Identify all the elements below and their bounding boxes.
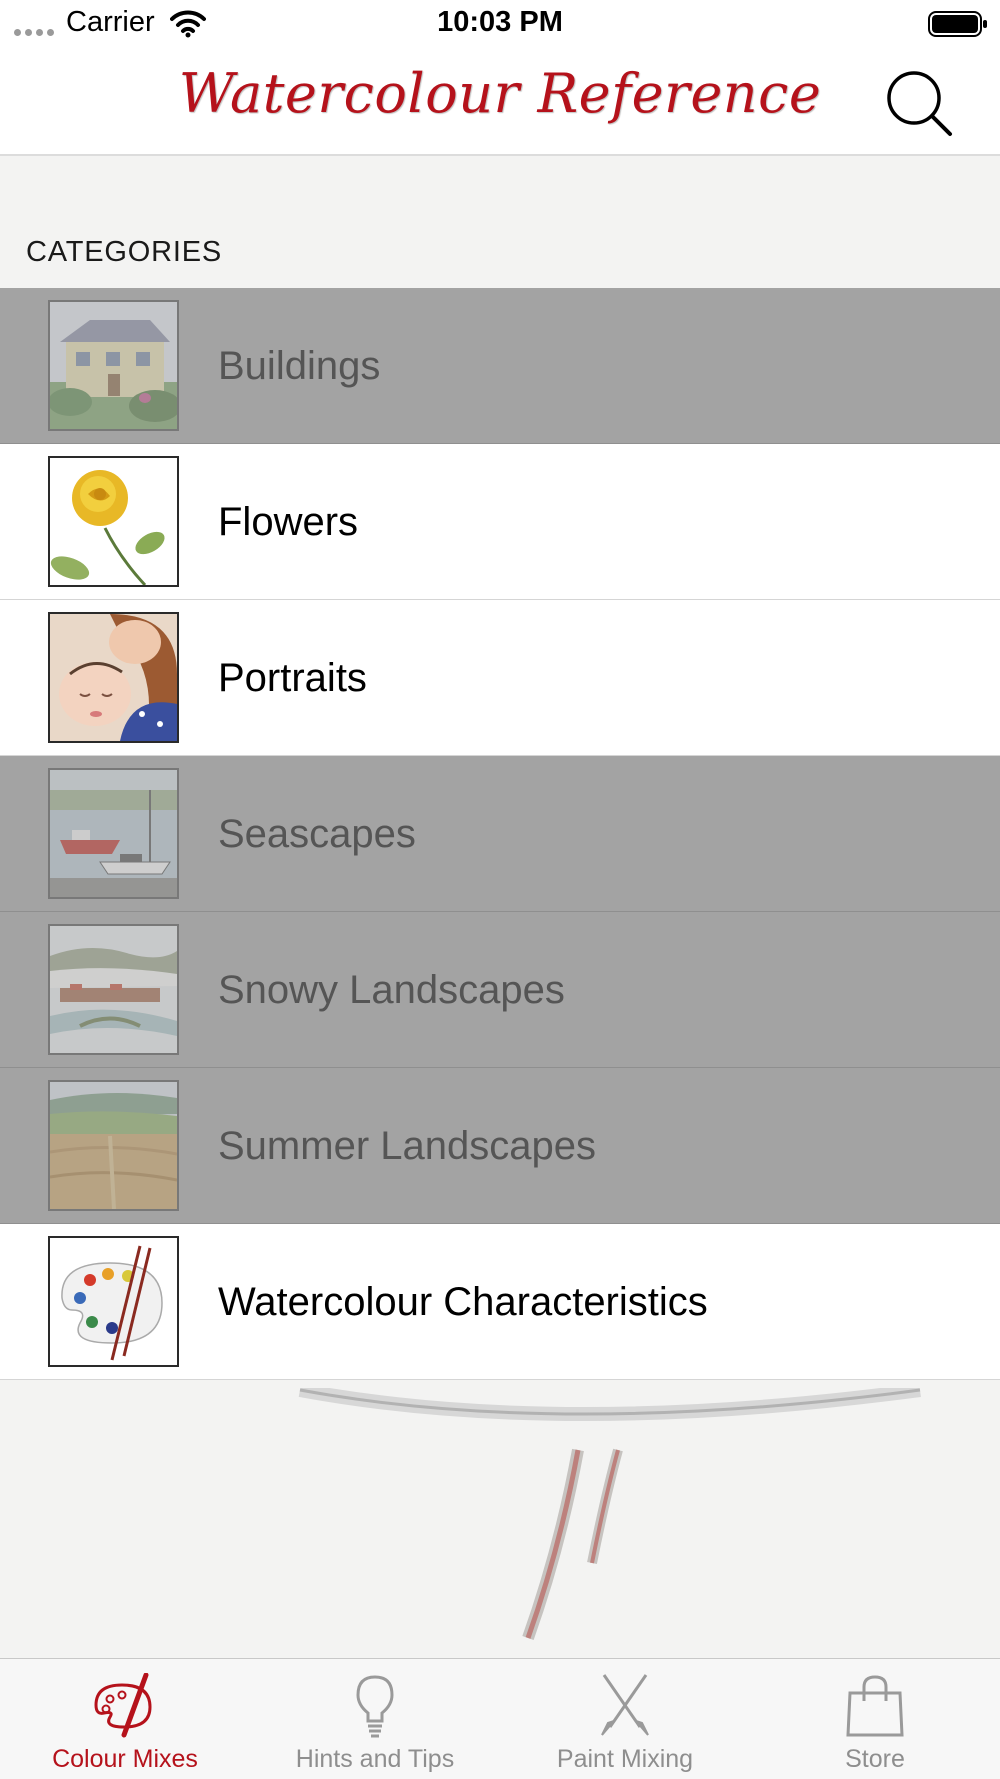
summer-landscapes-thumbnail [48, 1080, 179, 1211]
category-row-buildings[interactable]: Buildings [0, 288, 1000, 444]
tab-hints-and-tips[interactable]: Hints and Tips [250, 1659, 500, 1779]
watercolour-characteristics-thumbnail [48, 1236, 179, 1367]
category-list: Buildings Flowers Portraits Seascapes Sn… [0, 288, 1000, 1380]
tab-label: Store [845, 1745, 905, 1773]
tab-label: Hints and Tips [295, 1745, 455, 1773]
shopping-bag-icon [846, 1675, 904, 1737]
category-row-seascapes[interactable]: Seascapes [0, 756, 1000, 912]
tab-colour-mixes[interactable]: Colour Mixes [0, 1659, 250, 1779]
app-title: Watercolour Reference [178, 62, 822, 125]
crossed-brushes-icon [601, 1674, 649, 1736]
seascapes-thumbnail [48, 768, 179, 899]
category-row-flowers[interactable]: Flowers [0, 444, 1000, 600]
portraits-thumbnail [48, 612, 179, 743]
category-label: Portraits [218, 656, 367, 700]
category-row-portraits[interactable]: Portraits [0, 600, 1000, 756]
tab-bar: Colour Mixes Hints and Tips Paint Mixing… [0, 1658, 1000, 1779]
category-row-summer-landscapes[interactable]: Summer Landscapes [0, 1068, 1000, 1224]
clock: 10:03 PM [437, 6, 563, 38]
category-label: Flowers [218, 500, 359, 544]
category-label: Buildings [218, 344, 381, 388]
tab-store[interactable]: Store [750, 1659, 1000, 1779]
tab-paint-mixing[interactable]: Paint Mixing [500, 1659, 750, 1779]
palette-icon [94, 1673, 152, 1738]
category-label: Watercolour Characteristics [218, 1280, 708, 1324]
battery-icon [928, 10, 988, 43]
tab-label: Colour Mixes [52, 1745, 198, 1773]
category-row-watercolour-characteristics[interactable]: Watercolour Characteristics [0, 1224, 1000, 1380]
status-bar: Carrier 10:03 PM [0, 0, 1000, 50]
category-label: Summer Landscapes [218, 1124, 596, 1168]
lightbulb-icon [356, 1675, 394, 1738]
flowers-thumbnail [48, 456, 179, 587]
snowy-landscapes-thumbnail [48, 924, 179, 1055]
easel-decoration [0, 1383, 1000, 1658]
buildings-thumbnail [48, 300, 179, 431]
navigation-bar: Watercolour Reference [0, 50, 1000, 156]
category-row-snowy-landscapes[interactable]: Snowy Landscapes [0, 912, 1000, 1068]
search-icon [887, 71, 952, 136]
category-label: Snowy Landscapes [218, 968, 565, 1012]
section-header: CATEGORIES [26, 236, 222, 268]
category-label: Seascapes [218, 812, 416, 856]
tab-label: Paint Mixing [556, 1745, 694, 1773]
search-button[interactable] [884, 68, 956, 140]
